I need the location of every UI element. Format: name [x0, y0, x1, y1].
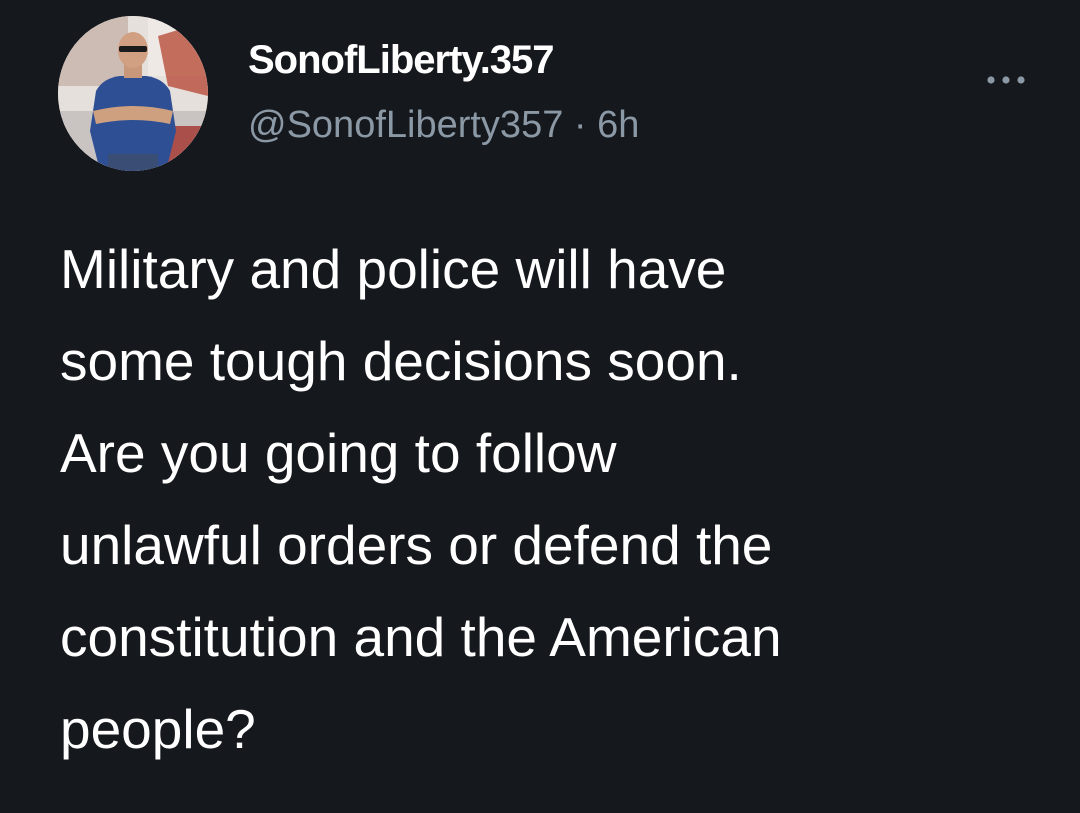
- author-meta: @SonofLiberty357 · 6h: [248, 104, 639, 147]
- tweet-line: some tough decisions soon.: [60, 330, 742, 392]
- ellipsis-icon: [987, 76, 1025, 84]
- tweet-line: people?: [60, 698, 256, 760]
- tweet-body: Military and police will have some tough…: [60, 223, 1050, 775]
- avatar[interactable]: [58, 16, 208, 171]
- tweet-line: Military and police will have: [60, 238, 727, 300]
- tweet-line: unlawful orders or defend the: [60, 514, 773, 576]
- tweet-card: SonofLiberty.357 @SonofLiberty357 · 6h M…: [0, 0, 1080, 813]
- separator: ·: [573, 104, 587, 146]
- profile-photo-icon: [58, 16, 208, 171]
- timestamp[interactable]: 6h: [597, 104, 639, 146]
- tweet-line: Are you going to follow: [60, 422, 617, 484]
- more-options-button[interactable]: [978, 60, 1034, 100]
- display-name[interactable]: SonofLiberty.357: [248, 38, 555, 83]
- handle[interactable]: @SonofLiberty357: [248, 104, 563, 146]
- tweet-line: constitution and the American: [60, 606, 782, 668]
